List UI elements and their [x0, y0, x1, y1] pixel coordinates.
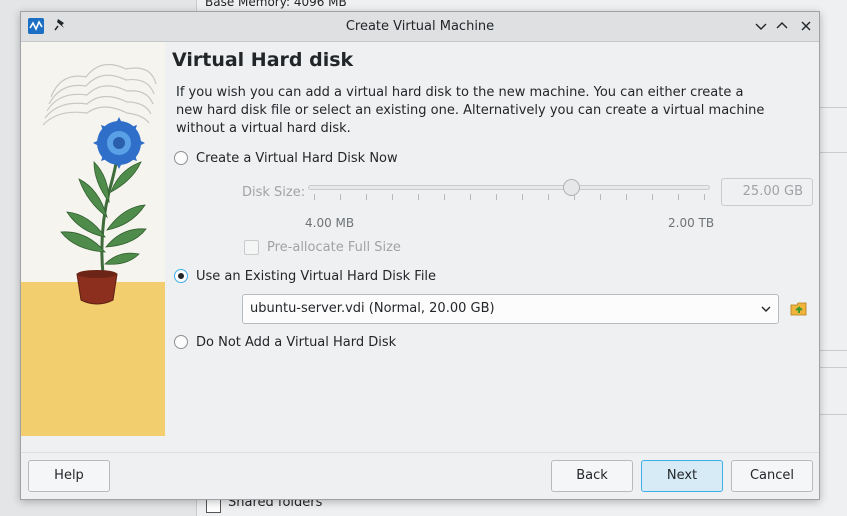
chevron-up-icon[interactable] — [773, 17, 791, 35]
preallocate-option: Pre-allocate Full Size — [244, 240, 401, 255]
existing-disk-value: ubuntu-server.vdi (Normal, 20.00 GB) — [250, 301, 495, 316]
background-window-bottom: Shared folders — [196, 498, 847, 516]
cancel-button[interactable]: Cancel — [731, 460, 813, 492]
disk-size-slider — [308, 179, 710, 204]
create-vm-dialog: Create Virtual Machine Virtual Hard disk… — [20, 11, 820, 500]
no-disk-radio[interactable] — [174, 335, 188, 349]
next-button[interactable]: Next — [641, 460, 723, 492]
page-description: If you wish you can add a virtual hard d… — [176, 85, 765, 136]
page-heading: Virtual Hard disk — [172, 49, 354, 71]
no-disk-label: Do Not Add a Virtual Hard Disk — [196, 334, 397, 350]
disk-size-max-label: 2.00 TB — [668, 216, 715, 230]
existing-disk-select[interactable]: ubuntu-server.vdi (Normal, 20.00 GB) — [242, 294, 779, 324]
use-existing-disk-option[interactable]: Use an Existing Virtual Hard Disk File — [174, 266, 436, 286]
no-disk-option[interactable]: Do Not Add a Virtual Hard Disk — [174, 332, 396, 352]
use-existing-disk-radio[interactable] — [174, 269, 188, 283]
chevron-down-icon — [761, 306, 771, 312]
titlebar: Create Virtual Machine — [21, 12, 819, 42]
create-disk-now-label: Create a Virtual Hard Disk Now — [196, 150, 398, 166]
disk-size-field: 25.00 GB — [721, 178, 813, 206]
create-disk-now-option[interactable]: Create a Virtual Hard Disk Now — [174, 148, 398, 168]
close-icon[interactable] — [797, 17, 815, 35]
footer-separator — [21, 452, 819, 453]
choose-disk-folder-icon[interactable] — [790, 300, 808, 318]
create-disk-now-radio[interactable] — [174, 151, 188, 165]
background-window-right — [820, 12, 847, 498]
back-button[interactable]: Back — [551, 460, 633, 492]
preallocate-label: Pre-allocate Full Size — [267, 240, 401, 255]
disk-size-min-label: 4.00 MB — [305, 216, 355, 230]
plant-illustration — [21, 42, 165, 436]
use-existing-disk-label: Use an Existing Virtual Hard Disk File — [196, 268, 437, 284]
disk-size-label: Disk Size: — [242, 185, 306, 200]
shared-folders-checkbox — [206, 498, 221, 513]
preallocate-checkbox — [244, 240, 259, 255]
disk-size-slider-handle — [563, 179, 580, 196]
window-title: Create Virtual Machine — [345, 19, 495, 34]
base-memory-text: Base Memory: 4096 MB — [205, 0, 347, 9]
chevron-down-icon[interactable] — [752, 17, 770, 35]
help-button[interactable]: Help — [28, 460, 110, 492]
